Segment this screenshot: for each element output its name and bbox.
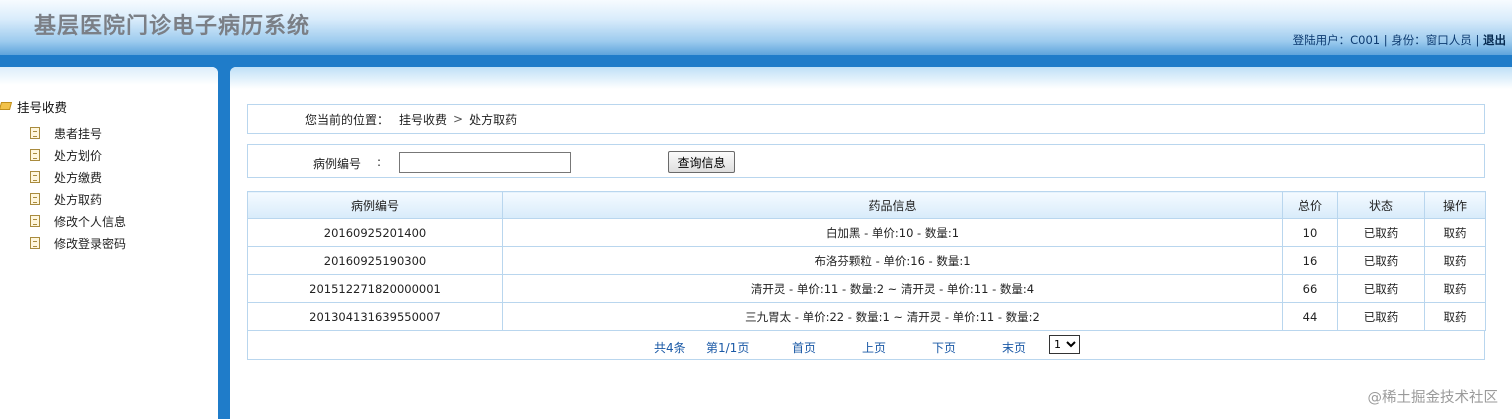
cell-status: 已取药 <box>1337 274 1425 303</box>
sidebar-item-label: 患者挂号 <box>54 126 103 141</box>
cell-case-id: 20160925190300 <box>247 246 503 275</box>
sidebar-item-edit-profile[interactable]: 修改个人信息 <box>30 210 126 232</box>
sidebar-item-label: 处方缴费 <box>54 170 103 185</box>
breadcrumb-prefix: 您当前的位置： <box>305 112 390 127</box>
document-icon <box>30 193 40 205</box>
cell-drug-info: 布洛芬颗粒 - 单价:16 - 数量:1 <box>502 246 1283 275</box>
app-title: 基层医院门诊电子病历系统 <box>34 14 311 39</box>
folder-open-icon <box>0 102 13 110</box>
query-button[interactable]: 查询信息 <box>668 151 735 173</box>
sidebar-item-prescription-pickup[interactable]: 处方取药 <box>30 188 126 210</box>
sidebar: 挂号收费 患者挂号 处方划价 处方缴费 处方取药 修改个人信息 修改登录密码 <box>0 67 218 419</box>
sidebar-menu: 患者挂号 处方划价 处方缴费 处方取药 修改个人信息 修改登录密码 <box>30 122 126 254</box>
breadcrumb-level1: 挂号收费 <box>399 112 448 127</box>
column-header-status: 状态 <box>1337 191 1425 219</box>
cell-total: 10 <box>1282 218 1338 247</box>
table-row: 201512271820000001 清开灵 - 单价:11 - 数量:2 ~ … <box>247 274 1486 303</box>
column-header-total: 总价 <box>1282 191 1338 219</box>
logout-link[interactable]: 退出 <box>1483 33 1506 47</box>
prev-page-link[interactable]: 上页 <box>862 339 886 356</box>
sidebar-header <box>0 67 218 85</box>
main-panel-header <box>230 67 1512 89</box>
document-icon <box>30 149 40 161</box>
header-band <box>0 55 1512 67</box>
sidebar-item-patient-register[interactable]: 患者挂号 <box>30 122 126 144</box>
user-info: 登陆用户：C001 | 身份：窗口人员 | <box>1292 33 1483 47</box>
breadcrumb-level2: 处方取药 <box>469 112 518 127</box>
document-icon <box>30 237 40 249</box>
sidebar-item-prescription-pricing[interactable]: 处方划价 <box>30 144 126 166</box>
next-page-link[interactable]: 下页 <box>932 339 956 356</box>
cell-total: 66 <box>1282 274 1338 303</box>
cell-status: 已取药 <box>1337 302 1425 331</box>
table-header-row: 病例编号 药品信息 总价 状态 操作 <box>247 191 1486 219</box>
app-header: 基层医院门诊电子病历系统 登陆用户：C001 | 身份：窗口人员 | 退出 <box>0 0 1512 55</box>
cell-case-id: 201512271820000001 <box>247 274 503 303</box>
table-row: 20160925201400 白加黑 - 单价:10 - 数量:1 10 已取药… <box>247 218 1486 247</box>
cell-status: 已取药 <box>1337 218 1425 247</box>
case-id-input[interactable] <box>399 152 571 173</box>
cell-case-id: 20160925201400 <box>247 218 503 247</box>
prescription-table: 病例编号 药品信息 总价 状态 操作 20160925201400 白加黑 - … <box>247 191 1486 331</box>
total-count: 共4条 <box>654 341 686 355</box>
search-form: 病例编号 : 查询信息 <box>247 144 1485 178</box>
cell-status: 已取药 <box>1337 246 1425 275</box>
pickup-action-link[interactable]: 取药 <box>1424 274 1486 303</box>
sidebar-item-label: 处方取药 <box>54 192 103 207</box>
table-row: 201304131639550007 三九胃太 - 单价:22 - 数量:1 ~… <box>247 302 1486 331</box>
cell-total: 44 <box>1282 302 1338 331</box>
column-header-action: 操作 <box>1424 191 1486 219</box>
table-row: 20160925190300 布洛芬颗粒 - 单价:16 - 数量:1 16 已… <box>247 246 1486 275</box>
cell-drug-info: 白加黑 - 单价:10 - 数量:1 <box>502 218 1283 247</box>
sidebar-item-prescription-payment[interactable]: 处方缴费 <box>30 166 126 188</box>
sidebar-root-label: 挂号收费 <box>17 99 68 115</box>
user-bar: 登陆用户：C001 | 身份：窗口人员 | 退出 <box>1293 32 1506 48</box>
document-icon <box>30 171 40 183</box>
pickup-action-link[interactable]: 取药 <box>1424 302 1486 331</box>
case-id-colon: : <box>377 155 382 169</box>
pagination-bar: 共4条 第1/1页 首页 上页 下页 末页 1 <box>247 331 1485 360</box>
case-id-label: 病例编号 <box>313 157 362 171</box>
breadcrumb: 您当前的位置： 挂号收费 > 处方取药 <box>247 104 1485 134</box>
document-icon <box>30 215 40 227</box>
pickup-action-link[interactable]: 取药 <box>1424 246 1486 275</box>
sidebar-item-change-password[interactable]: 修改登录密码 <box>30 232 126 254</box>
cell-total: 16 <box>1282 246 1338 275</box>
sidebar-item-label: 处方划价 <box>54 148 103 163</box>
cell-case-id: 201304131639550007 <box>247 302 503 331</box>
page-select[interactable]: 1 <box>1049 335 1080 354</box>
breadcrumb-separator: > <box>453 112 464 126</box>
document-icon <box>30 127 40 139</box>
page-indicator: 第1/1页 <box>706 341 750 355</box>
first-page-link[interactable]: 首页 <box>792 339 816 356</box>
sidebar-root-menu[interactable]: 挂号收费 <box>0 97 67 115</box>
sidebar-item-label: 修改登录密码 <box>54 236 127 251</box>
watermark: @稀土掘金技术社区 <box>1367 390 1499 406</box>
column-header-case-id: 病例编号 <box>247 191 503 219</box>
main-panel: 您当前的位置： 挂号收费 > 处方取药 病例编号 : 查询信息 病例编号 药品信… <box>230 67 1512 419</box>
sidebar-item-label: 修改个人信息 <box>54 214 127 229</box>
cell-drug-info: 三九胃太 - 单价:22 - 数量:1 ~ 清开灵 - 单价:11 - 数量:2 <box>502 302 1283 331</box>
column-header-drug-info: 药品信息 <box>502 191 1283 219</box>
cell-drug-info: 清开灵 - 单价:11 - 数量:2 ~ 清开灵 - 单价:11 - 数量:4 <box>502 274 1283 303</box>
pickup-action-link[interactable]: 取药 <box>1424 218 1486 247</box>
last-page-link[interactable]: 末页 <box>1002 339 1026 356</box>
